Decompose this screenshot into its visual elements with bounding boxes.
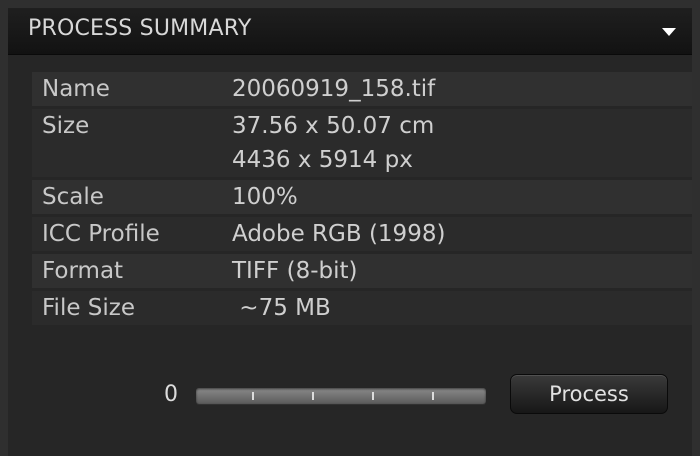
progress-tick <box>252 392 254 400</box>
row-label: Size <box>42 113 90 139</box>
panel-header: PROCESS SUMMARY <box>8 8 692 55</box>
triangle-down-icon[interactable] <box>660 23 678 41</box>
row-label: Scale <box>42 184 104 210</box>
progress-bar <box>196 388 486 404</box>
row-value: Adobe RGB (1998) <box>232 217 445 251</box>
row-label: ICC Profile <box>42 221 160 247</box>
summary-row-file-size: File Size ~75 MB <box>32 291 692 325</box>
row-value-line: 100% <box>232 184 298 210</box>
row-value: 37.56 x 50.07 cm 4436 x 5914 px <box>232 109 434 177</box>
row-value: 100% <box>232 180 298 214</box>
row-value-line: TIFF (8-bit) <box>232 258 358 284</box>
row-value-line: 4436 x 5914 px <box>232 147 413 173</box>
row-value: 20060919_158.tif <box>232 72 435 106</box>
progress-count: 0 <box>164 382 178 407</box>
summary-row-scale: Scale 100% <box>32 180 692 214</box>
row-value-line: ~75 MB <box>232 295 331 321</box>
row-value-line: 20060919_158.tif <box>232 76 436 102</box>
progress-tick <box>432 392 434 400</box>
summary-row-size: Size 37.56 x 50.07 cm 4436 x 5914 px <box>32 109 692 177</box>
row-label: File Size <box>42 295 136 321</box>
summary-table: Name 20060919_158.tif Size 37.56 x 50.07… <box>32 72 692 328</box>
progress-tick <box>312 392 314 400</box>
process-summary-panel: PROCESS SUMMARY Name 20060919_158.tif Si… <box>8 8 692 456</box>
summary-row-name: Name 20060919_158.tif <box>32 72 692 106</box>
row-label: Name <box>42 76 110 102</box>
summary-row-icc-profile: ICC Profile Adobe RGB (1998) <box>32 217 692 251</box>
progress-tick <box>372 392 374 400</box>
panel-title: PROCESS SUMMARY <box>28 16 252 41</box>
summary-row-format: Format TIFF (8-bit) <box>32 254 692 288</box>
row-label: Format <box>42 258 124 284</box>
row-value: ~75 MB <box>232 291 331 325</box>
row-value-line: Adobe RGB (1998) <box>232 221 446 247</box>
panel-footer: 0 Process <box>8 370 692 430</box>
row-value: TIFF (8-bit) <box>232 254 358 288</box>
process-button[interactable]: Process <box>510 374 668 414</box>
row-value-line: 37.56 x 50.07 cm <box>232 113 435 139</box>
